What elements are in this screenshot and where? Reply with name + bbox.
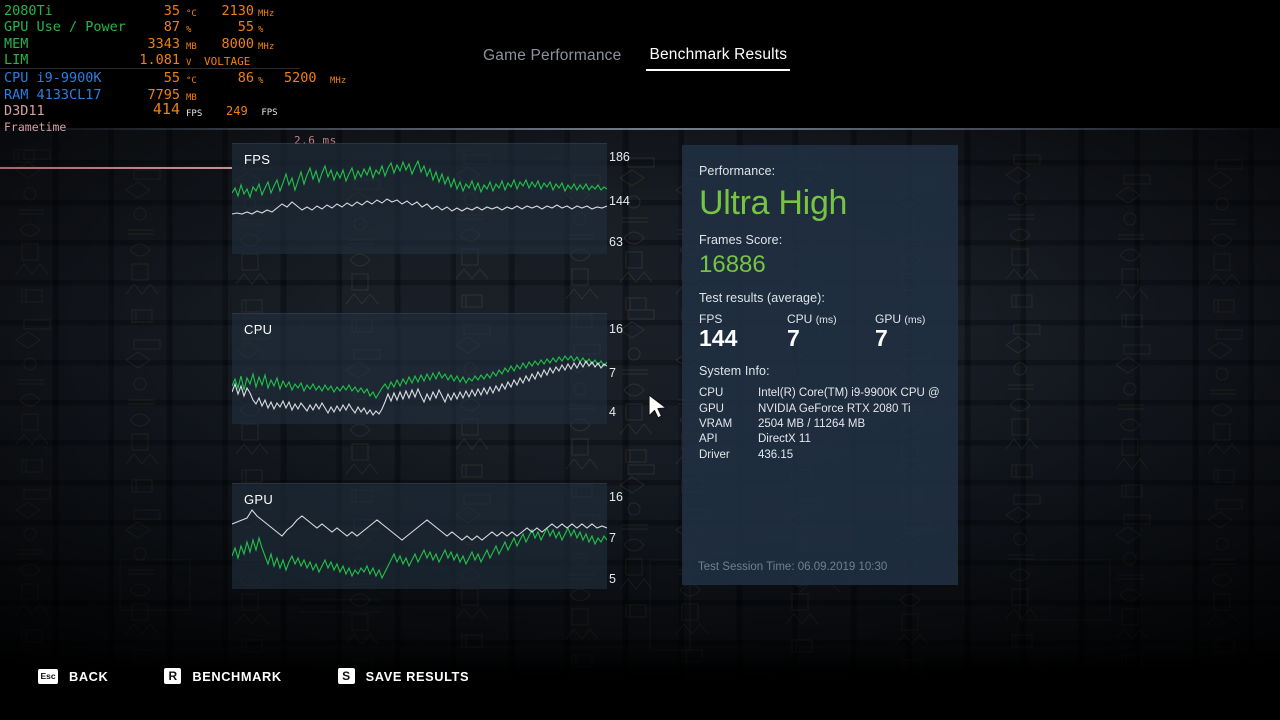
average-gpu-header: GPU [875, 312, 902, 326]
osd-unit-cpu-clock: MHz [330, 76, 347, 86]
osd-unit-mem-clock: MHz [258, 42, 275, 52]
graph-gpu-mid-label: 7 [609, 531, 616, 545]
tab-bar: Game Performance Benchmark Results [480, 44, 820, 72]
tab-benchmark-results[interactable]: Benchmark Results [646, 46, 791, 71]
osd-label-gpu-name: 2080Ti [4, 3, 53, 19]
test-session-time: Test Session Time: 06.09.2019 10:30 [698, 561, 888, 573]
graph-panel-gpu: GPU 16 7 5 [232, 483, 623, 589]
osd-label-mem: MEM [4, 36, 29, 52]
footer-key-hints: Esc BACK R BENCHMARK S SAVE RESULTS [38, 668, 525, 684]
osd-value-gpu-temp: 35 [163, 3, 180, 19]
graph-cpu-mid-label: 7 [609, 366, 616, 380]
footer-action-save-results[interactable]: S SAVE RESULTS [337, 668, 470, 684]
osd-value-fps-avg: 249 [226, 104, 248, 118]
performance-label: Performance: [699, 164, 776, 178]
system-info-key-gpu: GPU [699, 402, 724, 415]
system-info-value-gpu: NVIDIA GeForce RTX 2080 Ti [758, 402, 911, 415]
average-cpu-header: CPU [787, 312, 813, 326]
average-results-row: FPS 144 CPU (ms) 7 GPU (ms) 7 [699, 312, 963, 350]
osd-value-gpu-clock: 2130 [221, 3, 254, 19]
osd-value-gpu-use: 87 [163, 19, 180, 35]
osd-unit-voltage: V [186, 58, 192, 68]
osd-label-voltage-word: VOLTAGE [204, 55, 251, 68]
system-info-key-cpu: CPU [699, 387, 724, 400]
system-info-row: VRAM 2504 MB / 11264 MB [699, 417, 943, 432]
graph-gpu-min-label: 5 [609, 572, 616, 586]
footer-action-benchmark[interactable]: R BENCHMARK [164, 668, 281, 684]
osd-unit-ram: MB [186, 93, 197, 103]
system-info-key-driver: Driver [699, 448, 730, 461]
osd-value-fps-max: 414 [152, 100, 180, 118]
system-info-row: CPU Intel(R) Core(TM) i9-9900K CPU @ 3.6… [699, 386, 943, 401]
osd-label-cpu: CPU i9-9900K [4, 70, 102, 86]
frametime-graph-line [0, 167, 232, 169]
osd-label-ram: RAM 4133CL17 [4, 87, 102, 103]
system-info-row: GPU NVIDIA GeForce RTX 2080 Ti [699, 402, 943, 417]
average-fps: FPS 144 [699, 312, 787, 350]
graph-cpu-max-label: 16 [609, 322, 623, 336]
osd-unit-fps-max: FPS [186, 109, 203, 119]
osd-label-api: D3D11 [4, 103, 45, 119]
average-fps-value: 144 [699, 325, 738, 351]
system-info-table: CPU Intel(R) Core(TM) i9-9900K CPU @ 3.6… [699, 386, 943, 463]
average-fps-header: FPS [699, 312, 723, 326]
average-cpu-value: 7 [787, 325, 800, 351]
graph-fps-mid-label: 144 [609, 194, 630, 208]
key-cap-esc: Esc [38, 668, 58, 684]
osd-unit-fps-avg: FPS [261, 108, 278, 118]
osd-value-mem: 3343 [147, 36, 180, 52]
frames-score-label: Frames Score: [699, 233, 783, 247]
system-info-label: System Info: [699, 364, 770, 379]
footer-label-benchmark: BENCHMARK [192, 668, 282, 684]
system-info-value-vram: 2504 MB / 11264 MB [758, 417, 866, 430]
system-info-row: API DirectX 11 [699, 432, 943, 447]
frames-score-value: 16886 [699, 251, 766, 278]
osd-unit-gpu-power: % [258, 25, 264, 35]
tab-game-performance[interactable]: Game Performance [480, 47, 624, 70]
graph-cpu-min-label: 4 [609, 405, 616, 419]
system-info-row: Driver 436.15 [699, 448, 943, 463]
graph-gpu-max-label: 16 [609, 490, 623, 504]
game-benchmark-screen: 2080Ti 35 °C 2130 MHz GPU Use / Power 87… [0, 0, 1280, 720]
benchmark-results-card: Performance: Ultra High Frames Score: 16… [682, 145, 958, 585]
system-info-value-api: DirectX 11 [758, 433, 811, 446]
tab-divider-line [0, 128, 1280, 130]
performance-value: Ultra High [699, 184, 848, 222]
key-cap-r: R [164, 668, 182, 684]
test-results-label: Test results (average): [699, 291, 825, 305]
osd-label-frametime: Frametime [4, 120, 67, 134]
graph-panel-fps: FPS 186 144 63 [232, 143, 630, 254]
osd-label-lim: LIM [4, 52, 29, 68]
footer-action-back[interactable]: Esc BACK [38, 668, 109, 684]
average-cpu-unit: (ms) [815, 314, 837, 326]
osd-value-cpu-use: 86 [237, 70, 254, 86]
system-info-key-api: API [699, 433, 718, 446]
graph-cpu-plot [232, 355, 607, 416]
osd-value-voltage: 1.081 [139, 52, 180, 68]
mouse-cursor-icon [648, 394, 667, 419]
footer-label-back: BACK [69, 668, 109, 684]
average-gpu-unit: (ms) [904, 314, 926, 326]
osd-value-mem-clock: 8000 [221, 36, 254, 52]
graph-panel-cpu: CPU 16 7 4 [232, 313, 623, 424]
osd-unit-cpu-use: % [258, 76, 264, 86]
graph-fps-max-label: 186 [609, 150, 630, 164]
average-gpu-value: 7 [875, 325, 888, 351]
system-info-value-cpu: Intel(R) Core(TM) i9-9900K CPU @ 3.6… [758, 387, 943, 400]
footer-label-save-results: SAVE RESULTS [365, 668, 470, 684]
graph-gpu-plot [232, 509, 607, 580]
hardware-monitor-overlay: 2080Ti 35 °C 2130 MHz GPU Use / Power 87… [0, 0, 346, 134]
system-info-key-vram: VRAM [699, 417, 733, 430]
average-cpu-ms: CPU (ms) 7 [787, 312, 875, 350]
graph-fps-plot [232, 159, 607, 215]
average-gpu-ms: GPU (ms) 7 [875, 312, 963, 350]
key-cap-s: S [337, 668, 355, 684]
osd-value-cpu-clock: 5200 [284, 70, 317, 86]
system-info-value-driver: 436.15 [758, 448, 794, 461]
graph-fps-min-label: 63 [609, 235, 623, 249]
osd-value-cpu-temp: 55 [163, 70, 180, 86]
osd-value-gpu-power: 55 [237, 19, 254, 35]
